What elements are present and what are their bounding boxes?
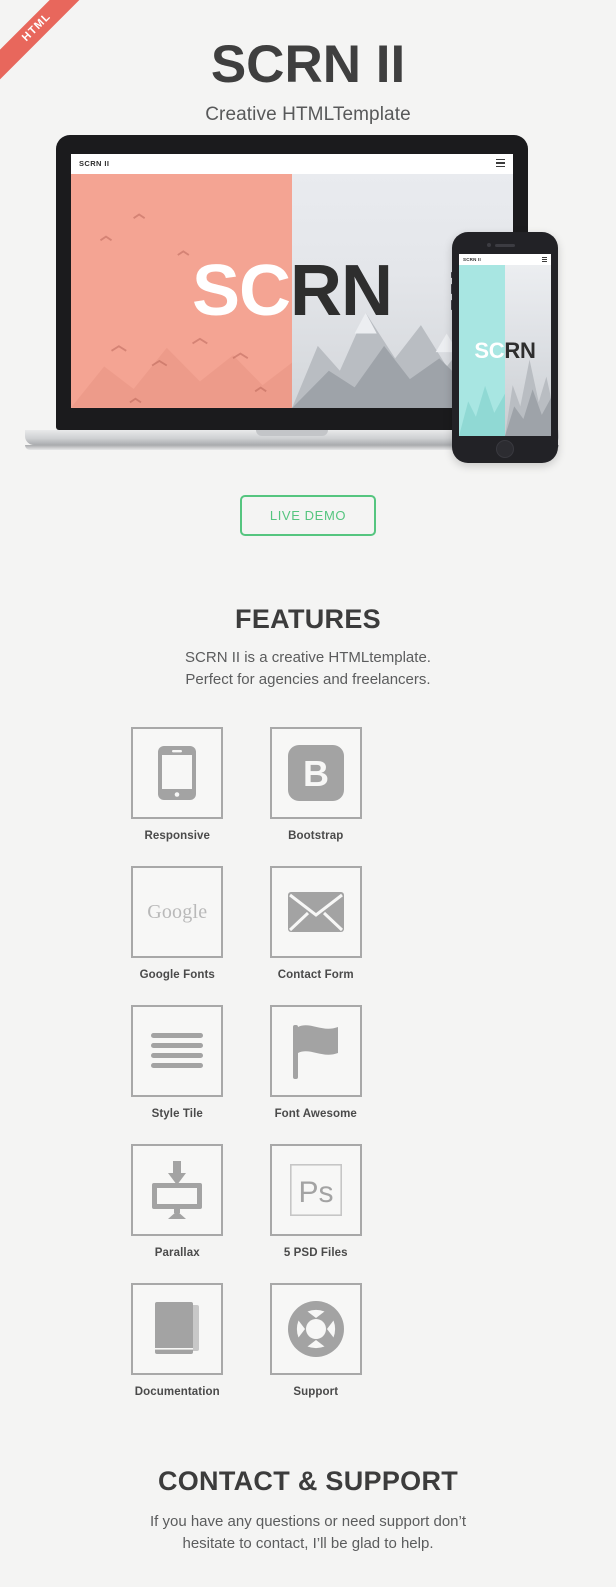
feature-item[interactable]: Font Awesome — [247, 1005, 386, 1120]
phone-screen: SCRN II SCRN — [459, 254, 551, 436]
laptop-site-navbar: SCRN II — [71, 154, 513, 174]
contact-section: CONTACT & SUPPORT If you have any questi… — [0, 1466, 616, 1555]
phone-camera-icon — [487, 243, 491, 247]
feature-label: 5 PSD Files — [283, 1247, 348, 1259]
features-grid: Responsive B Bootstrap Google Google Fon… — [108, 727, 508, 1422]
photoshop-ps-icon: Ps — [289, 1164, 342, 1216]
phone-speaker-icon — [495, 244, 515, 247]
phone-volume-up-button[interactable] — [450, 284, 452, 294]
flag-icon — [292, 1025, 338, 1079]
phone-site-logo: SCRN II — [463, 256, 481, 262]
feature-label: Responsive — [144, 830, 211, 842]
envelope-icon — [287, 892, 344, 932]
contact-description: If you have any questions or need suppor… — [0, 1511, 616, 1555]
mountain-ghost-icon — [459, 385, 505, 436]
feature-label: Parallax — [154, 1247, 200, 1259]
headline-part-rn: RN — [504, 337, 536, 363]
feature-item[interactable]: Google Google Fonts — [108, 866, 247, 981]
feature-icon-box — [131, 1144, 224, 1236]
lines-icon — [151, 1033, 204, 1068]
live-demo-wrapper: LIVE DEMO — [0, 495, 616, 536]
feature-label: Bootstrap — [288, 830, 344, 842]
feature-icon-box: Google — [131, 866, 224, 958]
phone-mute-switch[interactable] — [450, 272, 452, 278]
phone-volume-down-button[interactable] — [450, 300, 452, 310]
phone-mockup: SCRN II SCRN — [450, 232, 558, 463]
feature-label: Font Awesome — [274, 1108, 357, 1120]
feature-icon-box — [131, 1283, 224, 1375]
feature-label: Style Tile — [151, 1108, 203, 1120]
landing-page: HTML SCRN II Creative HTMLTemplate SCRN … — [0, 0, 616, 1587]
phone-home-button[interactable] — [496, 440, 514, 458]
phone-site-hero: SCRN — [459, 265, 551, 436]
ribbon-label: HTML — [0, 0, 98, 88]
feature-icon-box: B — [269, 727, 362, 819]
corner-ribbon: HTML — [0, 0, 110, 110]
headline-part-sc: SC — [474, 337, 505, 363]
bootstrap-b-icon: B — [287, 745, 344, 801]
feature-item[interactable]: Style Tile — [108, 1005, 247, 1120]
google-wordmark-icon: Google — [147, 900, 208, 923]
hamburger-icon[interactable] — [496, 159, 505, 167]
feature-icon-box — [131, 727, 224, 819]
feature-item[interactable]: Ps 5 PSD Files — [247, 1144, 386, 1259]
contact-description-line1: If you have any questions or need suppor… — [149, 1513, 467, 1530]
feature-icon-box — [269, 866, 362, 958]
live-demo-button[interactable]: LIVE DEMO — [239, 495, 377, 536]
laptop-hero-left-panel — [71, 174, 292, 408]
device-mockup-stage: SCRN II SCRN SCRN II SCRN — [0, 131, 616, 471]
features-description: SCRN II is a creative HTMLtemplate. Perf… — [0, 647, 616, 691]
feature-item[interactable]: Documentation — [108, 1283, 247, 1398]
svg-text:B: B — [303, 753, 329, 794]
feature-icon-box — [269, 1283, 362, 1375]
phone-hero-headline: SCRN — [459, 337, 551, 363]
birds-decoration-icon — [99, 213, 267, 404]
smartphone-icon — [158, 746, 197, 800]
feature-item[interactable]: Contact Form — [247, 866, 386, 981]
feature-icon-box — [131, 1005, 224, 1097]
features-description-line1: SCRN II is a creative HTMLtemplate. — [185, 649, 431, 666]
contact-description-line2: hesitate to contact, I’ll be glad to hel… — [182, 1535, 434, 1552]
laptop-screen: SCRN II SCRN — [71, 154, 513, 408]
feature-item[interactable]: B Bootstrap — [247, 727, 386, 842]
feature-icon-box: Ps — [269, 1144, 362, 1236]
feature-label: Documentation — [134, 1386, 220, 1398]
contact-title: CONTACT & SUPPORT — [157, 1466, 459, 1496]
features-description-line2: Perfect for agencies and freelancers. — [185, 671, 431, 688]
feature-label: Contact Form — [277, 969, 354, 981]
features-title: FEATURES — [235, 604, 381, 634]
feature-item[interactable]: Support — [247, 1283, 386, 1398]
laptop-site-logo: SCRN II — [79, 159, 110, 168]
hamburger-icon[interactable] — [542, 257, 547, 262]
feature-label: Support — [293, 1386, 339, 1398]
laptop-site-hero: SCRN — [71, 174, 513, 408]
phone-site-navbar: SCRN II — [459, 254, 551, 265]
book-icon — [155, 1302, 200, 1354]
monitor-download-icon — [152, 1161, 203, 1219]
feature-item[interactable]: Responsive — [108, 727, 247, 842]
life-ring-icon — [287, 1301, 344, 1357]
features-section: FEATURES SCRN II is a creative HTMLtempl… — [0, 604, 616, 1422]
feature-label: Google Fonts — [139, 969, 215, 981]
feature-icon-box — [269, 1005, 362, 1097]
svg-text:Ps: Ps — [298, 1176, 333, 1209]
feature-item[interactable]: Parallax — [108, 1144, 247, 1259]
